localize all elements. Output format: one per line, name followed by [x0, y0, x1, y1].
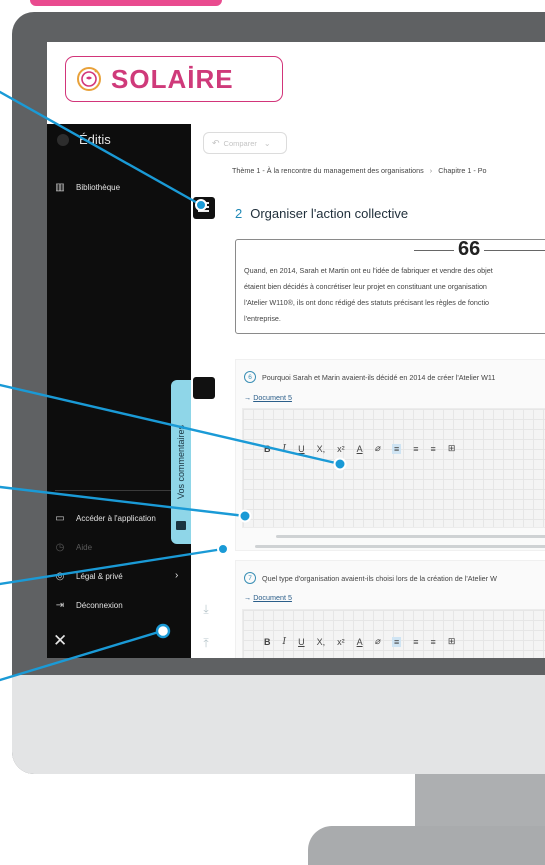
stage: SOLAİRE Éditis ▥ Bibliothèque ▭ Accéder … [0, 0, 545, 865]
quote-line: l'Atelier W110®, ils ont donc rédigé des… [244, 298, 490, 307]
breadcrumb-separator-icon: › [429, 166, 433, 175]
question-header: 6 Pourquoi Sarah et Marin avaient-ils dé… [244, 371, 495, 383]
align-left-button[interactable]: ≡ [392, 636, 402, 647]
document-reference: → Document 5 [244, 593, 292, 602]
breadcrumb-theme[interactable]: Thème 1 - À la rencontre du management d… [232, 166, 424, 175]
screen: SOLAİRE Éditis ▥ Bibliothèque ▭ Accéder … [47, 42, 545, 658]
breadcrumb-chapter[interactable]: Chapitre 1 - Po [438, 166, 486, 175]
notes-toggle-button[interactable] [193, 377, 215, 399]
superscript-button[interactable]: x² [337, 637, 345, 647]
align-center-button[interactable]: ≡ [413, 444, 418, 454]
bold-button[interactable]: B [264, 637, 271, 647]
library-icon: ▥ [55, 182, 65, 193]
question-card: 7 Quel type d'organisation avaient-ils c… [235, 560, 545, 658]
align-center-button[interactable]: ≡ [413, 637, 418, 647]
question-number: 7 [244, 572, 256, 584]
toc-toggle-button[interactable] [193, 197, 215, 219]
answer-editor[interactable] [242, 408, 545, 528]
brand-name: Éditis [79, 132, 111, 147]
bold-button[interactable]: B [264, 444, 271, 454]
download-icon[interactable]: ⤓ [197, 600, 215, 618]
italic-button[interactable]: I [283, 444, 287, 454]
brand-logo-icon [57, 133, 69, 146]
quote-line: Quand, en 2014, Sarah et Martin ont eu l… [244, 266, 493, 275]
font-color-button[interactable]: A [357, 444, 363, 454]
align-right-button[interactable]: ≡ [431, 637, 436, 647]
sidebar: Éditis ▥ Bibliothèque ▭ Accéder à l'appl… [47, 124, 191, 658]
section-title: Organiser l'action collective [250, 206, 409, 221]
quote-line: étaient bien décidés à concrétiser leur … [244, 282, 487, 291]
arrow-right-icon: → [244, 593, 252, 602]
question-card: 6 Pourquoi Sarah et Marin avaient-ils dé… [235, 359, 545, 551]
quote-mark-icon: 66 [454, 239, 485, 259]
comment-icon [176, 521, 186, 530]
monitor-stand-neck [415, 774, 545, 830]
document-reference: → Document 5 [244, 393, 292, 402]
monitor-stand-base [308, 826, 545, 865]
compare-label: Comparer [223, 138, 257, 148]
font-color-button[interactable]: A [357, 637, 363, 647]
logout-icon: ⇥ [55, 600, 65, 611]
sidebar-item-label: Bibliothèque [76, 183, 121, 192]
app-icon: ▭ [55, 513, 65, 524]
quote-box: 66 Quand, en 2014, Sarah et Martin ont e… [235, 239, 545, 334]
quote-line: l'entreprise. [244, 314, 281, 323]
close-icon[interactable]: ✕ [53, 632, 67, 649]
sidebar-item-app[interactable]: ▭ Accéder à l'application [53, 513, 156, 524]
sidebar-item-deconnexion[interactable]: ⇥ Déconnexion [53, 600, 123, 611]
sidebar-item-label: Légal & privé [76, 572, 123, 581]
logo-text: SOLAİRE [111, 64, 234, 94]
question-text: Quel type d'organisation avaient-ils cho… [262, 573, 497, 583]
section-number: 2 [235, 206, 243, 221]
editor-toolbar: B I U X, x² A ⌀ ≡ ≡ ≡ ⊞ [264, 636, 467, 647]
page-scrollbar[interactable] [255, 545, 545, 548]
compare-button[interactable]: ↶ Comparer ⌄ [203, 132, 287, 154]
quote-text: Quand, en 2014, Sarah et Martin ont eu l… [244, 263, 545, 327]
breadcrumb: Thème 1 - À la rencontre du management d… [232, 166, 487, 175]
question-number: 6 [244, 371, 256, 383]
sidebar-item-label: Aide [76, 543, 93, 552]
help-icon: ◷ [55, 542, 65, 553]
list-icon [198, 202, 209, 213]
comments-tab-label: Vos commentaires [176, 424, 186, 500]
highlight-button[interactable]: ⌀ [375, 637, 380, 647]
top-tag-fragment [30, 0, 222, 6]
sidebar-item-aide[interactable]: ◷ Aide [53, 542, 92, 553]
solaire-logo-icon [77, 67, 101, 91]
chevron-right-icon: › [175, 570, 179, 581]
sidebar-brand[interactable]: Éditis [57, 132, 111, 147]
table-button[interactable]: ⊞ [448, 636, 456, 647]
answer-editor[interactable] [242, 609, 545, 658]
undo-arrow-icon: ↶ [212, 137, 220, 148]
upload-icon[interactable]: ⤒ [197, 634, 215, 652]
arrow-right-icon: → [244, 393, 252, 402]
document-link[interactable]: Document 5 [253, 393, 292, 402]
chevron-down-icon: ⌄ [263, 138, 271, 148]
editor-scrollbar[interactable] [276, 535, 545, 538]
table-button[interactable]: ⊞ [448, 443, 456, 454]
solaire-logo: SOLAİRE [65, 56, 283, 102]
underline-button[interactable]: U [298, 444, 305, 454]
monitor-chin [12, 675, 545, 774]
align-right-button[interactable]: ≡ [431, 444, 436, 454]
sidebar-divider [55, 490, 183, 491]
align-left-button[interactable]: ≡ [392, 443, 402, 454]
editor-toolbar: B I U X, x² A ⌀ ≡ ≡ ≡ ⊞ [264, 443, 467, 454]
legal-icon: ◎ [55, 571, 65, 582]
sidebar-item-legal[interactable]: ◎ Légal & privé [53, 571, 123, 582]
question-header: 7 Quel type d'organisation avaient-ils c… [244, 572, 497, 584]
sidebar-item-label: Accéder à l'application [76, 514, 156, 523]
underline-button[interactable]: U [298, 637, 305, 647]
sidebar-item-label: Déconnexion [76, 601, 123, 610]
italic-button[interactable]: I [283, 637, 287, 647]
superscript-button[interactable]: x² [337, 444, 345, 454]
highlight-button[interactable]: ⌀ [375, 444, 380, 454]
question-text: Pourquoi Sarah et Marin avaient-ils déci… [262, 372, 496, 382]
sidebar-item-bibliotheque[interactable]: ▥ Bibliothèque [53, 182, 120, 193]
document-link[interactable]: Document 5 [253, 593, 292, 602]
subscript-button[interactable]: X, [317, 637, 326, 647]
comments-tab[interactable]: Vos commentaires [171, 380, 191, 544]
subscript-button[interactable]: X, [317, 444, 326, 454]
page-title: 2 Organiser l'action collective [235, 206, 408, 221]
